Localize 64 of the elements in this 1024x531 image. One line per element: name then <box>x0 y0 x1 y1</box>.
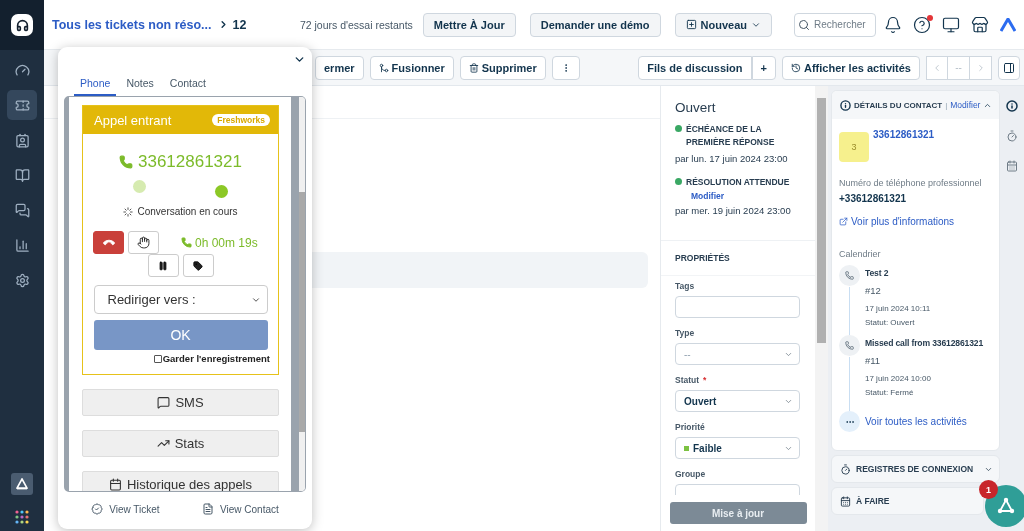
activities-button[interactable]: Afficher les activités <box>782 55 920 80</box>
toolbar-button[interactable]: Supprimer <box>459 55 546 80</box>
menu-button[interactable]: SMS <box>82 389 279 416</box>
section-title: REGISTRES DE CONNEXION <box>856 464 974 474</box>
timeline-heading: Calendrier <box>839 249 882 259</box>
brand-badge: Freshworks <box>212 114 270 126</box>
field-label: Type <box>675 328 695 338</box>
field-label: Numéro de téléphone professionnel <box>839 178 983 188</box>
select-field[interactable]: Ouvert <box>675 390 800 412</box>
call-title: Appel entrant <box>94 112 172 128</box>
card-title: DÉTAILS DU CONTACT <box>854 100 943 110</box>
required-mark: * <box>703 375 707 385</box>
separator: | <box>945 100 948 110</box>
sla-due-date: par lun. 17 juin 2024 23:00 <box>675 153 789 164</box>
all-activities-link[interactable]: Voir toutes les activités <box>865 416 967 427</box>
redirect-select[interactable]: Rediriger vers : <box>93 285 268 314</box>
toolbar-button[interactable]: ermer <box>315 55 364 80</box>
sla-title: RÉSOLUTION ATTENDUE <box>686 176 790 189</box>
avatar: 3 <box>839 132 869 162</box>
phone-number: +33612861321 <box>839 193 908 204</box>
breadcrumb-link[interactable]: Tous les tickets non réso... <box>52 17 212 32</box>
field-label: Statut <box>675 375 700 385</box>
activity-status: Statut: Fermé <box>865 388 915 397</box>
activity-date: 17 juin 2024 10:00 <box>865 374 932 383</box>
header-button[interactable]: Mettre À Jour <box>422 12 516 37</box>
sla-due-date: par mer. 19 juin 2024 23:00 <box>675 205 792 216</box>
edit-link[interactable]: Modifier <box>691 191 805 201</box>
call-status: Conversation en cours <box>137 206 238 217</box>
activity-title: Test 2 <box>865 268 890 278</box>
toolbar-button[interactable]: Fusionner <box>369 55 454 80</box>
call-timer: 0h 00m 19s <box>195 235 258 250</box>
activity-title: Missed call from 33612861321 <box>865 338 984 348</box>
tab[interactable]: Phone <box>74 74 117 96</box>
section-title: À FAIRE <box>856 496 890 506</box>
collapsed-section[interactable]: REGISTRES DE CONNEXION <box>831 455 1000 483</box>
keep-recording-checkbox[interactable]: Garder l'enregistrement <box>153 353 270 364</box>
footer-link[interactable]: View Contact <box>202 503 279 515</box>
caller-number: 33612861321 <box>138 152 242 172</box>
ticket-number: #12 <box>865 285 882 296</box>
more-info-link[interactable]: Voir plus d'informations <box>839 216 994 227</box>
ticket-number: 12 <box>232 17 247 32</box>
new-button[interactable]: Nouveau <box>674 12 772 37</box>
field-label: Groupe <box>675 469 706 479</box>
activity-status: Statut: Ouvert <box>865 318 916 327</box>
select-field[interactable]: Faible <box>675 437 800 459</box>
trial-notice: 72 jours d'essai restants <box>299 18 413 31</box>
footer-link[interactable]: View Ticket <box>91 503 160 515</box>
collapsed-section[interactable]: À FAIRE <box>831 487 984 515</box>
field-label: Tags <box>675 281 695 291</box>
search-field[interactable]: Rechercher <box>794 12 876 37</box>
ticket-number: #11 <box>865 355 882 366</box>
contact-name-link[interactable]: 33612861321 <box>873 129 935 162</box>
add-button[interactable]: + <box>751 55 776 80</box>
tab[interactable]: Notes <box>120 74 160 96</box>
ticket-status: Ouvert <box>675 100 717 115</box>
threads-button[interactable]: Fils de discussion <box>638 55 752 80</box>
sla-title: ÉCHÉANCE DE LA PREMIÈRE RÉPONSE <box>686 123 776 149</box>
tab[interactable]: Contact <box>163 74 212 96</box>
field-label: Priorité <box>675 422 705 432</box>
menu-button[interactable]: Stats <box>82 430 279 457</box>
menu-button[interactable]: Historique des appels <box>82 471 279 491</box>
header-button[interactable]: Demander une démo <box>529 12 661 37</box>
edit-link[interactable]: Modifier <box>950 100 981 110</box>
activity-date: 17 juin 2024 10:11 <box>865 304 931 313</box>
